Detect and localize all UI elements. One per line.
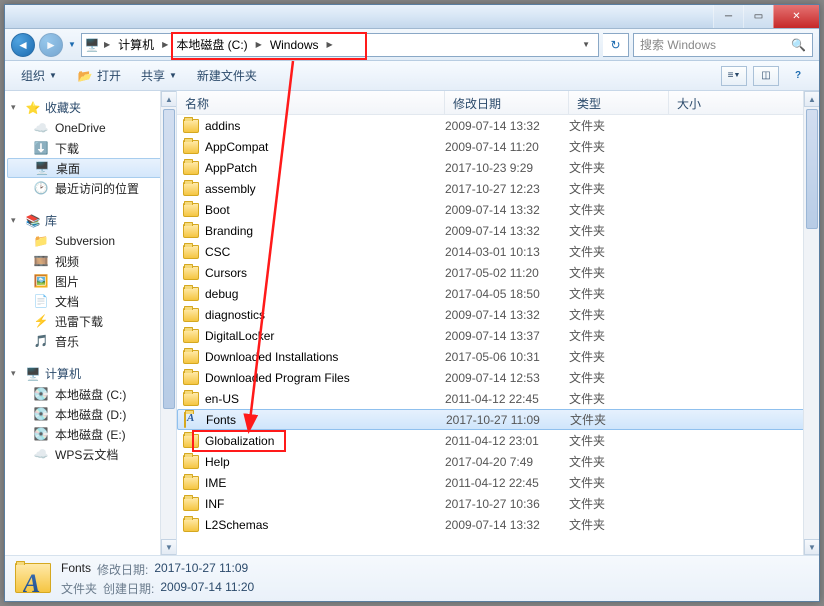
crumb-computer[interactable]: 计算机 [114,34,158,56]
sidebar-group-header[interactable]: ▾🖥️计算机 [5,363,176,384]
table-row[interactable]: diagnostics2009-07-14 13:32文件夹 [177,304,819,325]
sidebar-item[interactable]: 💽本地磁盘 (C:) [5,384,176,404]
crumb-windows[interactable]: Windows [266,34,323,56]
table-row[interactable]: Branding2009-07-14 13:32文件夹 [177,220,819,241]
table-row[interactable]: CSC2014-03-01 10:13文件夹 [177,241,819,262]
table-row[interactable]: L2Schemas2009-07-14 13:32文件夹 [177,514,819,535]
column-size[interactable]: 大小 [669,91,819,114]
sidebar-scrollbar[interactable]: ▲▼ [160,91,176,555]
sidebar-item[interactable]: 🖥️桌面 [7,158,174,178]
close-button[interactable]: ✕ [773,5,819,28]
sidebar-item[interactable]: ☁️WPS云文档 [5,444,176,464]
details-pane: A Fonts 修改日期: 2017-10-27 11:09 文件夹 创建日期:… [5,555,819,601]
table-row[interactable]: Downloaded Installations2017-05-06 10:31… [177,346,819,367]
table-row[interactable]: AFonts2017-10-27 11:09文件夹 [177,409,819,430]
breadcrumb[interactable]: 🖥️ ▶ 计算机 ▶ 本地磁盘 (C:) ▶ Windows ▶ ▼ [81,33,599,57]
column-type[interactable]: 类型 [569,91,669,114]
table-row[interactable]: en-US2011-04-12 22:45文件夹 [177,388,819,409]
open-button[interactable]: 📂打开 [69,64,129,87]
table-row[interactable]: Globalization2011-04-12 23:01文件夹 [177,430,819,451]
sidebar-item[interactable]: 🎞️视频 [5,251,176,271]
sidebar-item[interactable]: 💽本地磁盘 (E:) [5,424,176,444]
address-bar-row: ◄ ► ▼ 🖥️ ▶ 计算机 ▶ 本地磁盘 (C:) ▶ Windows ▶ ▼… [5,29,819,61]
table-row[interactable]: Boot2009-07-14 13:32文件夹 [177,199,819,220]
sidebar-item[interactable]: ☁️OneDrive [5,118,176,138]
sidebar-group-header[interactable]: ▾📚库 [5,210,176,231]
details-mod-label: 修改日期: [97,561,148,578]
scroll-down-button[interactable]: ▼ [804,539,819,555]
chevron-right-icon[interactable]: ▶ [252,40,266,49]
details-name: Fonts [61,561,91,578]
details-mod-value: 2017-10-27 11:09 [154,561,248,578]
column-name[interactable]: 名称 [177,91,445,114]
table-row[interactable]: addins2009-07-14 13:32文件夹 [177,115,819,136]
view-options-button[interactable]: ≡ ▼ [721,66,747,86]
explorer-window: ─ ▭ ✕ ◄ ► ▼ 🖥️ ▶ 计算机 ▶ 本地磁盘 (C:) ▶ Windo… [4,4,820,602]
table-row[interactable]: assembly2017-10-27 12:23文件夹 [177,178,819,199]
sidebar-item[interactable]: 📄文档 [5,291,176,311]
refresh-button[interactable]: ↻ [603,33,629,57]
table-row[interactable]: debug2017-04-05 18:50文件夹 [177,283,819,304]
chevron-right-icon[interactable]: ▶ [158,40,172,49]
table-row[interactable]: Help2017-04-20 7:49文件夹 [177,451,819,472]
search-icon[interactable]: 🔍 [791,38,806,52]
help-button[interactable]: ? [785,66,811,86]
sidebar-item[interactable]: 🕑最近访问的位置 [5,178,176,198]
sidebar-item[interactable]: 💽本地磁盘 (D:) [5,404,176,424]
forward-button[interactable]: ► [39,33,63,57]
minimize-button[interactable]: ─ [713,5,743,28]
table-row[interactable]: DigitalLocker2009-07-14 13:37文件夹 [177,325,819,346]
search-placeholder: 搜索 Windows [640,36,716,53]
organize-menu[interactable]: 组织▼ [13,64,65,87]
open-icon: 📂 [77,68,93,84]
table-row[interactable]: INF2017-10-27 10:36文件夹 [177,493,819,514]
file-list[interactable]: 名称 修改日期 类型 大小 addins2009-07-14 13:32文件夹A… [177,91,819,555]
history-dropdown[interactable]: ▼ [67,35,77,55]
sidebar-item[interactable]: ⚡迅雷下载 [5,311,176,331]
table-row[interactable]: AppPatch2017-10-23 9:29文件夹 [177,157,819,178]
sidebar-item[interactable]: ⬇️下载 [5,138,176,158]
back-button[interactable]: ◄ [11,33,35,57]
crumb-drive-c[interactable]: 本地磁盘 (C:) [172,34,251,56]
path-dropdown[interactable]: ▼ [576,40,596,49]
navigation-pane[interactable]: ▾⭐收藏夹☁️OneDrive⬇️下载🖥️桌面🕑最近访问的位置 ▾📚库📁Subve… [5,91,177,555]
maximize-button[interactable]: ▭ [743,5,773,28]
details-type: 文件夹 [61,580,97,597]
details-created-label: 创建日期: [103,580,154,597]
sidebar-group-header[interactable]: ▾⭐收藏夹 [5,97,176,118]
sidebar-item[interactable]: 🎵音乐 [5,331,176,351]
new-folder-button[interactable]: 新建文件夹 [189,64,265,87]
table-row[interactable]: Cursors2017-05-02 11:20文件夹 [177,262,819,283]
column-headers[interactable]: 名称 修改日期 类型 大小 [177,91,819,115]
titlebar[interactable]: ─ ▭ ✕ [5,5,819,29]
main-area: ▾⭐收藏夹☁️OneDrive⬇️下载🖥️桌面🕑最近访问的位置 ▾📚库📁Subve… [5,91,819,555]
preview-pane-button[interactable]: ◫ [753,66,779,86]
scroll-thumb[interactable] [806,109,818,229]
computer-icon: 🖥️ [84,37,100,53]
rows-container: addins2009-07-14 13:32文件夹AppCompat2009-0… [177,115,819,555]
sidebar-item[interactable]: 📁Subversion [5,231,176,251]
column-date[interactable]: 修改日期 [445,91,569,114]
toolbar: 组织▼ 📂打开 共享▼ 新建文件夹 ≡ ▼ ◫ ? [5,61,819,91]
chevron-right-icon[interactable]: ▶ [100,40,114,49]
fonts-folder-icon: A [15,563,51,595]
search-input[interactable]: 搜索 Windows 🔍 [633,33,813,57]
table-row[interactable]: IME2011-04-12 22:45文件夹 [177,472,819,493]
share-menu[interactable]: 共享▼ [133,64,185,87]
chevron-right-icon[interactable]: ▶ [323,40,337,49]
vertical-scrollbar[interactable]: ▲ ▼ [803,91,819,555]
details-created-value: 2009-07-14 11:20 [160,580,254,597]
scroll-up-button[interactable]: ▲ [804,91,819,107]
table-row[interactable]: Downloaded Program Files2009-07-14 12:53… [177,367,819,388]
table-row[interactable]: AppCompat2009-07-14 11:20文件夹 [177,136,819,157]
sidebar-item[interactable]: 🖼️图片 [5,271,176,291]
